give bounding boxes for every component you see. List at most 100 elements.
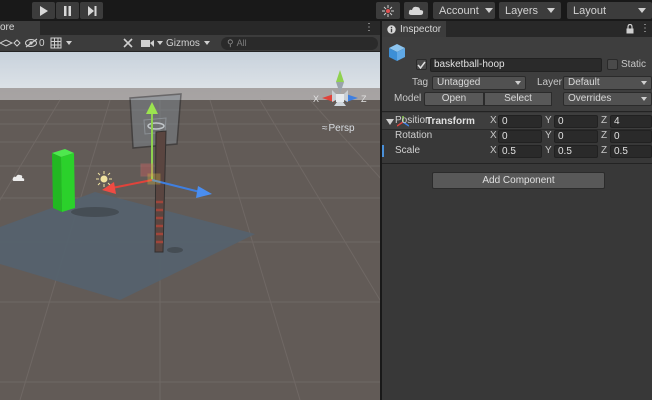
transform-title: Transform (426, 116, 475, 127)
position-x-axis[interactable]: X (490, 114, 497, 128)
position-label: Position (395, 115, 431, 126)
step-icon (87, 5, 96, 16)
chevron-down-icon (515, 81, 521, 85)
tab-inspector[interactable]: Inspector (382, 21, 446, 37)
scene-search-input[interactable]: ⚲ All (221, 37, 378, 50)
collab-button[interactable] (376, 2, 400, 19)
tools-icon (123, 38, 133, 48)
model-label: Model (394, 93, 422, 104)
layout-dropdown[interactable]: Layout (567, 2, 652, 19)
rotation-label: Rotation (395, 130, 433, 141)
eye-slash-icon (25, 38, 38, 48)
scale-x-field[interactable]: 0.5 (498, 145, 542, 158)
add-component-button[interactable]: Add Component (432, 172, 605, 189)
scene-toolbar: 0 Gizmos ⚲ All (0, 35, 380, 52)
overrides-label: Overrides (568, 93, 612, 104)
chevron-down-icon (157, 41, 163, 45)
scale-y-axis[interactable]: Y (545, 144, 552, 158)
search-placeholder: All (236, 38, 247, 48)
rotation-z-field[interactable]: 0 (610, 130, 652, 143)
rotation-y-axis[interactable]: Y (545, 129, 552, 143)
open-button[interactable]: Open (424, 92, 484, 106)
component-divider (382, 163, 652, 164)
search-icon: ⚲ (227, 38, 234, 48)
cloud-icon (408, 6, 424, 15)
pause-icon (64, 5, 71, 16)
tag-dropdown[interactable]: Untagged (432, 76, 526, 90)
layer-dropdown[interactable]: Default (563, 76, 652, 90)
layer-value: Default (568, 77, 600, 88)
scene-tab-strip: ore ⋮ (0, 21, 380, 35)
axis-x-label: X (313, 94, 319, 104)
grid-icon (50, 37, 62, 49)
layers-label: Layers (505, 4, 539, 17)
green-pillar[interactable] (52, 149, 75, 212)
scale-row-selection-indicator (382, 145, 384, 157)
tab-scene[interactable]: ore (0, 21, 40, 35)
chevron-down-icon (641, 97, 647, 101)
scale-z-field[interactable]: 0.5 (610, 145, 652, 158)
layers-dropdown[interactable]: Layers (499, 2, 561, 19)
play-button[interactable] (32, 2, 55, 19)
foldout-arrow-icon[interactable] (386, 118, 394, 126)
play-controls (32, 2, 103, 19)
inspector-tab-label: Inspector (400, 23, 442, 35)
position-x-field[interactable]: 0 (498, 115, 542, 128)
gizmos-label: Gizmos (166, 37, 200, 49)
active-checkbox[interactable] (416, 59, 427, 70)
scene-visibility-toggle[interactable] (0, 36, 22, 50)
camera-icon (141, 40, 154, 47)
inspector-panel: Inspector ⋮ basketball-hoop Static Tag U… (382, 21, 652, 400)
rotation-x-field[interactable]: 0 (498, 130, 542, 143)
persp-label: Persp (329, 123, 356, 134)
lock-icon[interactable] (626, 23, 634, 34)
rotation-y-field[interactable]: 0 (554, 130, 598, 143)
scene-viewport[interactable]: X Z ≈Persp (0, 52, 380, 400)
cube-shadow (71, 207, 119, 217)
projection-label[interactable]: ≈Persp (322, 123, 355, 134)
chevron-down-icon (484, 8, 493, 13)
position-z-axis[interactable]: Z (601, 114, 607, 128)
scale-z-axis[interactable]: Z (601, 144, 607, 158)
inspector-tab-actions: ⋮ (626, 23, 650, 34)
scale-y-field[interactable]: 0.5 (554, 145, 598, 158)
position-y-field[interactable]: 0 (554, 115, 598, 128)
position-y-axis[interactable]: Y (545, 114, 552, 128)
rotation-x-axis[interactable]: X (490, 129, 497, 143)
rotation-z-axis[interactable]: Z (601, 129, 607, 143)
pause-button[interactable] (56, 2, 79, 19)
select-button[interactable]: Select (484, 92, 552, 106)
chevron-down-icon (641, 81, 647, 85)
object-name-input[interactable]: basketball-hoop (430, 58, 602, 72)
tools-button[interactable] (122, 36, 135, 50)
chevron-down-icon (66, 41, 72, 45)
axis-z-label: Z (361, 94, 367, 104)
scene-canvas[interactable]: X Z ≈Persp (0, 52, 380, 400)
hidden-objects-toggle[interactable]: 0 (25, 36, 45, 50)
account-dropdown[interactable]: Account (433, 2, 495, 19)
grid-toggle[interactable] (50, 36, 72, 50)
account-label: Account (439, 4, 479, 17)
horizon (0, 88, 380, 102)
kebab-menu-icon[interactable]: ⋮ (640, 23, 650, 34)
inspector-tab-strip: Inspector ⋮ (382, 21, 652, 37)
directional-light-icon[interactable] (96, 171, 112, 187)
unity-editor: Account Layers Layout ore ⋮ 0 Gizmos ⚲ A… (0, 0, 652, 400)
tag-label: Tag (412, 77, 429, 88)
scale-x-axis[interactable]: X (490, 144, 497, 158)
gizmos-dropdown[interactable]: Gizmos (166, 36, 210, 50)
camera-settings-button[interactable] (141, 36, 163, 50)
step-button[interactable] (80, 2, 103, 19)
static-checkbox[interactable] (607, 59, 618, 70)
overrides-dropdown[interactable]: Overrides (563, 92, 652, 106)
scale-label: Scale (395, 145, 421, 156)
cloud-button[interactable] (404, 2, 428, 19)
collab-icon (382, 4, 394, 17)
kebab-menu-icon[interactable]: ⋮ (364, 22, 374, 34)
prefab-cube-icon (389, 44, 405, 61)
tag-value: Untagged (437, 77, 481, 88)
play-icon (40, 5, 48, 16)
chevron-down-icon (203, 41, 210, 45)
position-z-field[interactable]: 4 (610, 115, 652, 128)
layout-label: Layout (573, 4, 607, 17)
